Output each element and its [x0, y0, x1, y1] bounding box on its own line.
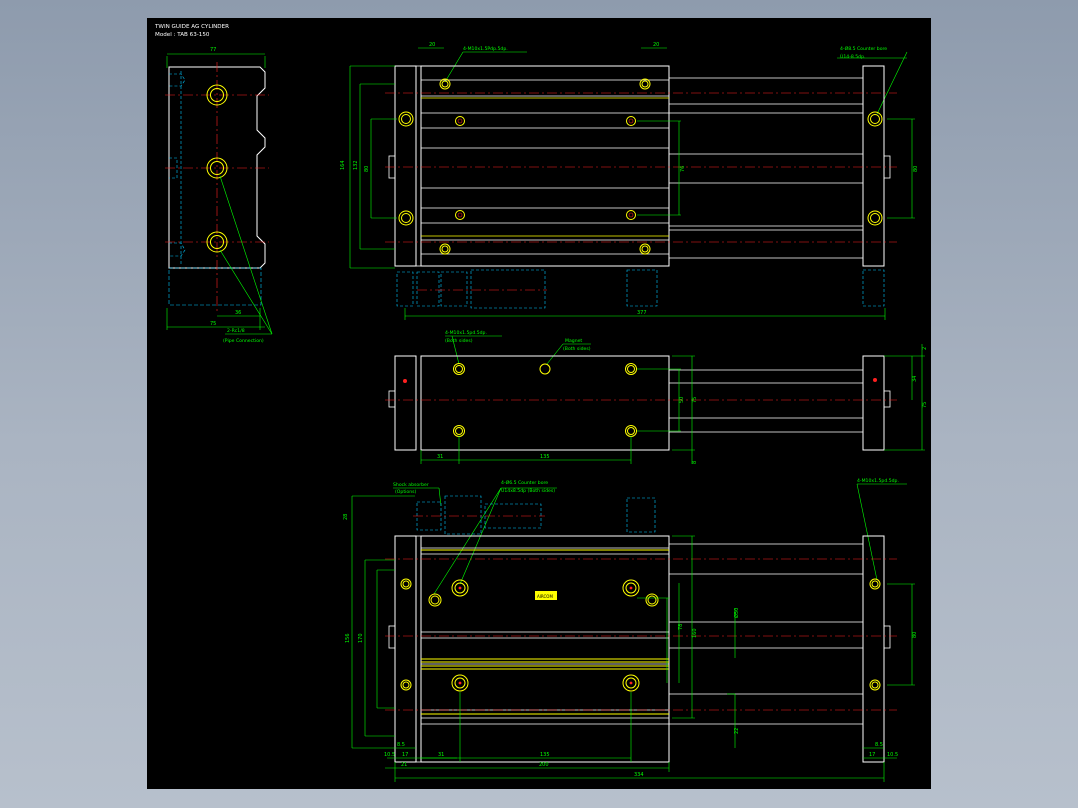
side-width-top: 77: [210, 47, 216, 53]
drawing-sheet: TWIN GUIDE AG CYLINDER Model : TAB 63-15…: [154, 24, 928, 782]
side-dim-75: 75: [210, 321, 216, 327]
mid-dim-75: 75: [692, 397, 698, 403]
mid-note-tap: 4-M10x1.5pd.5dp.: [445, 330, 487, 336]
mid-dim-135: 135: [540, 454, 550, 460]
side-view: 77 2-Rc1/8 (Pipe Connection) 36 75: [165, 47, 273, 344]
drawing-canvas[interactable]: TWIN GUIDE AG CYLINDER Model : TAB 63-15…: [147, 18, 931, 789]
top-dim-132: 132: [353, 160, 359, 170]
bot-dim-10-5-right: 10.5: [887, 752, 898, 758]
top-note-right-sub: Ù14-8.5dp.: [840, 53, 865, 60]
mid-dim-31: 31: [437, 454, 443, 460]
bot-note-right: 4-M10x1.5pd.5dp.: [857, 478, 899, 484]
top-dim-20-right: 20: [653, 42, 659, 48]
mid-dim-75-right: 75: [922, 402, 928, 408]
mid-note-magnet: Magnet: [565, 338, 582, 344]
bot-dim-200: 200: [539, 762, 549, 768]
side-port-label: 2-Rc1/8: [227, 328, 245, 334]
bot-dim-28: 28: [343, 514, 349, 520]
cad-viewer: TWIN GUIDE AG CYLINDER Model : TAB 63-15…: [0, 0, 1078, 808]
side-dim-36: 36: [235, 310, 241, 316]
bot-dim-8-5-left: 8.5: [397, 742, 405, 748]
mid-dim-8: 8: [692, 461, 698, 464]
top-dim-76: 76: [680, 166, 686, 172]
top-dim-80-right: 80: [913, 166, 919, 172]
bot-dim-31: 31: [438, 752, 444, 758]
mid-dim-2: 2: [922, 347, 928, 350]
bot-dim-phi: Ø50: [733, 608, 740, 618]
bot-dim-8-5-right: 8.5: [875, 742, 883, 748]
drawing-title: TWIN GUIDE AG CYLINDER: [154, 24, 229, 30]
top-dim-20-left: 20: [429, 42, 435, 48]
bot-dim-10-5-left: 10.5: [384, 752, 395, 758]
side-port-sub: (Pipe Connection): [223, 338, 264, 344]
bot-dim-17-left: 17: [402, 752, 408, 758]
mid-dim-50: 50: [679, 397, 685, 403]
mid-dim-34: 34: [912, 376, 918, 382]
mid-note-magnet-sub: (Both sides): [563, 346, 591, 352]
top-dim-164: 164: [340, 160, 346, 170]
bot-dim-135: 135: [540, 752, 550, 758]
bot-dim-156: 156: [345, 633, 351, 643]
top-dim-377: 377: [637, 310, 647, 316]
top-note-left: 4-M10x1.5Pdp.5dp.: [463, 46, 508, 52]
bot-note-shock: Shock absorber: [393, 482, 429, 488]
bot-note-counter: 4-Ø6.5 Counter bore: [501, 479, 548, 486]
bot-dim-170: 170: [358, 633, 364, 643]
brand-badge-text: AIRCOM: [537, 594, 553, 599]
bot-dim-78: 78: [678, 624, 684, 630]
bot-dim-80: 80: [912, 632, 918, 638]
bot-note-shock-sub: (Options): [395, 489, 417, 495]
bot-note-counter-sub: Ù14x8.5dp (Both sides): [501, 487, 555, 494]
bottom-view: Shock absorber (Options) 4-Ø6.5 Counter …: [343, 478, 918, 782]
top-dim-80: 80: [364, 166, 370, 172]
mid-view: 4-M10x1.5pd.5dp. (Both sides) Magnet (Bo…: [385, 330, 928, 464]
top-view: 20 20 4-M10x1.5Pdp.5dp. 4-Ø8.5 Counter b…: [340, 42, 919, 320]
top-note-right: 4-Ø8.5 Counter bore: [840, 45, 887, 52]
drawing-model: Model : TAB 63-150: [155, 32, 210, 38]
bot-dim-22: 22: [734, 728, 740, 734]
bot-dim-334: 334: [634, 772, 644, 778]
bot-dim-21: 21: [401, 762, 407, 768]
bot-dim-160: 160: [692, 628, 698, 638]
mid-note-tap-sub: (Both sides): [445, 338, 473, 344]
bot-dim-17-right: 17: [869, 752, 875, 758]
